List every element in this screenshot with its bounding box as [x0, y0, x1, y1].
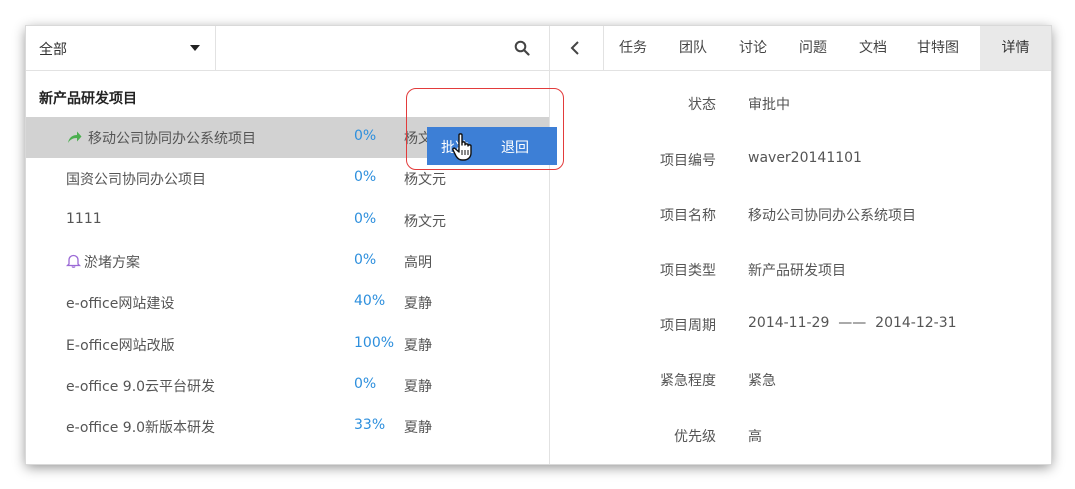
app-window: 全部 新产品研发项目 移动公司协同办公系统项目 0% 杨文元 国资公司协同办公项…: [26, 26, 1051, 464]
project-name-label: 项目名称: [660, 208, 716, 224]
status-value: 审批中: [748, 97, 790, 113]
tab-tasks[interactable]: 任务: [610, 26, 656, 70]
project-progress: 100%: [354, 335, 395, 351]
project-name: 淤堵方案: [84, 255, 140, 271]
project-name: e-office 9.0新版本研发: [66, 420, 216, 436]
project-name: 1111: [66, 211, 102, 227]
project-row[interactable]: e-office 9.0云平台研发 0% 夏静: [26, 365, 549, 406]
tab-team[interactable]: 团队: [670, 26, 716, 70]
project-progress: 0%: [354, 211, 377, 227]
project-progress: 0%: [354, 128, 377, 144]
priority-label: 优先级: [674, 429, 716, 445]
project-name-value: 移动公司协同办公系统项目: [748, 208, 916, 224]
project-name: E-office网站改版: [66, 338, 175, 354]
filter-dropdown-value: 全部: [39, 42, 67, 58]
tab-bar: 任务 团队 讨论 问题 文档 甘特图 详情: [550, 26, 1051, 71]
bell-icon: [66, 254, 81, 268]
project-period-label: 项目周期: [660, 318, 716, 334]
project-row[interactable]: E-office网站改版 100% 夏静: [26, 324, 549, 365]
tab-documents[interactable]: 文档: [850, 26, 896, 70]
project-name: 国资公司协同办公项目: [66, 172, 206, 188]
project-owner: 夏静: [404, 420, 432, 436]
project-owner: 高明: [404, 255, 432, 271]
filter-dropdown[interactable]: 全部: [26, 26, 216, 70]
priority-value: 高: [748, 429, 762, 445]
project-progress: 33%: [354, 417, 386, 433]
group-title: 新产品研发项目: [39, 91, 137, 107]
back-button[interactable]: [550, 26, 604, 70]
project-number-value: waver20141101: [748, 150, 862, 166]
share-arrow-icon: [68, 131, 82, 143]
project-owner: 夏静: [404, 296, 432, 312]
project-row[interactable]: 1111 0% 杨文元: [26, 200, 549, 241]
project-progress: 0%: [354, 169, 377, 185]
chevron-down-icon: [190, 45, 200, 51]
tab-issues[interactable]: 问题: [790, 26, 836, 70]
tab-details[interactable]: 详情: [980, 26, 1051, 70]
project-name: 移动公司协同办公系统项目: [88, 131, 256, 147]
project-number-label: 项目编号: [660, 153, 716, 169]
project-type-label: 项目类型: [660, 263, 716, 279]
tab-discussion[interactable]: 讨论: [730, 26, 776, 70]
project-progress: 0%: [354, 252, 377, 268]
project-name: e-office网站建设: [66, 296, 175, 312]
status-label: 状态: [688, 97, 716, 113]
project-list-panel: 全部 新产品研发项目 移动公司协同办公系统项目 0% 杨文元 国资公司协同办公项…: [26, 26, 564, 464]
project-period-value: 2014-11-29 —— 2014-12-31: [748, 315, 957, 331]
search-icon[interactable]: [514, 40, 530, 56]
urgency-label: 紧急程度: [660, 373, 716, 389]
project-type-value: 新产品研发项目: [748, 263, 846, 279]
project-row[interactable]: e-office 9.0新版本研发 33% 夏静: [26, 406, 549, 447]
project-name: e-office 9.0云平台研发: [66, 379, 216, 395]
chevron-left-icon: [570, 41, 579, 55]
project-owner: 杨文元: [404, 214, 446, 230]
tab-gantt[interactable]: 甘特图: [908, 26, 968, 70]
list-toolbar: 全部: [26, 26, 549, 71]
project-owner: 夏静: [404, 379, 432, 395]
project-progress: 0%: [354, 376, 377, 392]
project-owner: 杨文元: [404, 172, 446, 188]
project-row[interactable]: e-office网站建设 40% 夏静: [26, 282, 549, 323]
callout-highlight: [406, 88, 564, 170]
urgency-value: 紧急: [748, 373, 776, 389]
project-progress: 40%: [354, 293, 386, 309]
project-row[interactable]: 淤堵方案 0% 高明: [26, 241, 549, 282]
project-owner: 夏静: [404, 338, 432, 354]
